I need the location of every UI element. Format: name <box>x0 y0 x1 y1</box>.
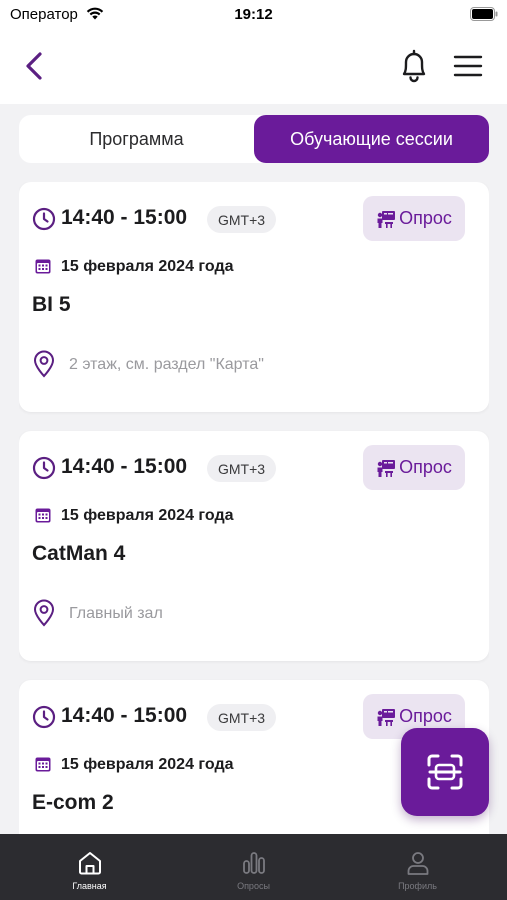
poll-label: Опрос <box>399 208 452 228</box>
user-icon <box>407 852 429 875</box>
timezone-badge: GMT+3 <box>207 704 277 731</box>
clock-time: 19:12 <box>234 6 273 23</box>
clock-icon <box>32 207 56 231</box>
session-title: E-com 2 <box>32 791 114 814</box>
calendar-icon <box>35 508 51 523</box>
bar-chart-icon <box>243 852 265 874</box>
session-location: 2 этаж, см. раздел "Карта" <box>69 356 264 373</box>
session-time: 14:40 - 15:00 <box>61 206 188 229</box>
tab-polls-label: Опросы <box>237 881 270 891</box>
session-date: 15 февраля 2024 года <box>61 756 234 773</box>
session-card[interactable]: 14:40 - 15:00 GMT+3 Опрос 15 февраля 202… <box>19 431 489 661</box>
status-bar: Оператор 19:12 <box>0 0 507 30</box>
top-navigation-bar <box>0 30 507 104</box>
clock-icon <box>32 456 56 480</box>
tab-training-sessions[interactable]: Обучающие сессии <box>254 115 489 163</box>
bottom-tab-bar: Главная Опросы Профиль <box>0 834 507 900</box>
session-title: CatMan 4 <box>32 542 126 565</box>
home-icon <box>79 852 101 875</box>
presentation-icon <box>377 210 396 228</box>
tab-polls[interactable]: Опросы <box>169 834 338 900</box>
session-title: BI 5 <box>32 293 71 316</box>
clock-icon <box>32 705 56 729</box>
poll-label: Опрос <box>399 706 452 726</box>
session-card[interactable]: 14:40 - 15:00 GMT+3 Опрос 15 февраля 202… <box>19 182 489 412</box>
session-date: 15 февраля 2024 года <box>61 507 234 524</box>
bell-icon[interactable] <box>396 46 432 86</box>
calendar-icon <box>35 259 51 274</box>
tab-profile[interactable]: Профиль <box>333 834 502 900</box>
tab-home[interactable]: Главная <box>5 834 174 900</box>
tab-profile-label: Профиль <box>398 881 437 891</box>
location-pin-icon <box>33 599 55 627</box>
session-location: Главный зал <box>69 605 163 622</box>
poll-button[interactable]: Опрос <box>363 445 465 490</box>
session-time: 14:40 - 15:00 <box>61 455 188 478</box>
session-time: 14:40 - 15:00 <box>61 704 188 727</box>
battery-icon <box>470 7 498 21</box>
session-date: 15 февраля 2024 года <box>61 258 234 275</box>
poll-label: Опрос <box>399 457 452 477</box>
presentation-icon <box>377 459 396 477</box>
segmented-control: Программа Обучающие сессии <box>19 115 489 163</box>
calendar-icon <box>35 757 51 772</box>
scan-icon <box>427 754 463 790</box>
timezone-badge: GMT+3 <box>207 206 277 233</box>
back-chevron-icon[interactable] <box>18 48 50 84</box>
tab-program[interactable]: Программа <box>19 115 254 163</box>
presentation-icon <box>377 708 396 726</box>
timezone-badge: GMT+3 <box>207 455 277 482</box>
qr-scan-button[interactable] <box>401 728 489 816</box>
hamburger-menu-icon[interactable] <box>452 50 484 82</box>
tab-home-label: Главная <box>72 881 107 891</box>
poll-button[interactable]: Опрос <box>363 196 465 241</box>
location-pin-icon <box>33 350 55 378</box>
